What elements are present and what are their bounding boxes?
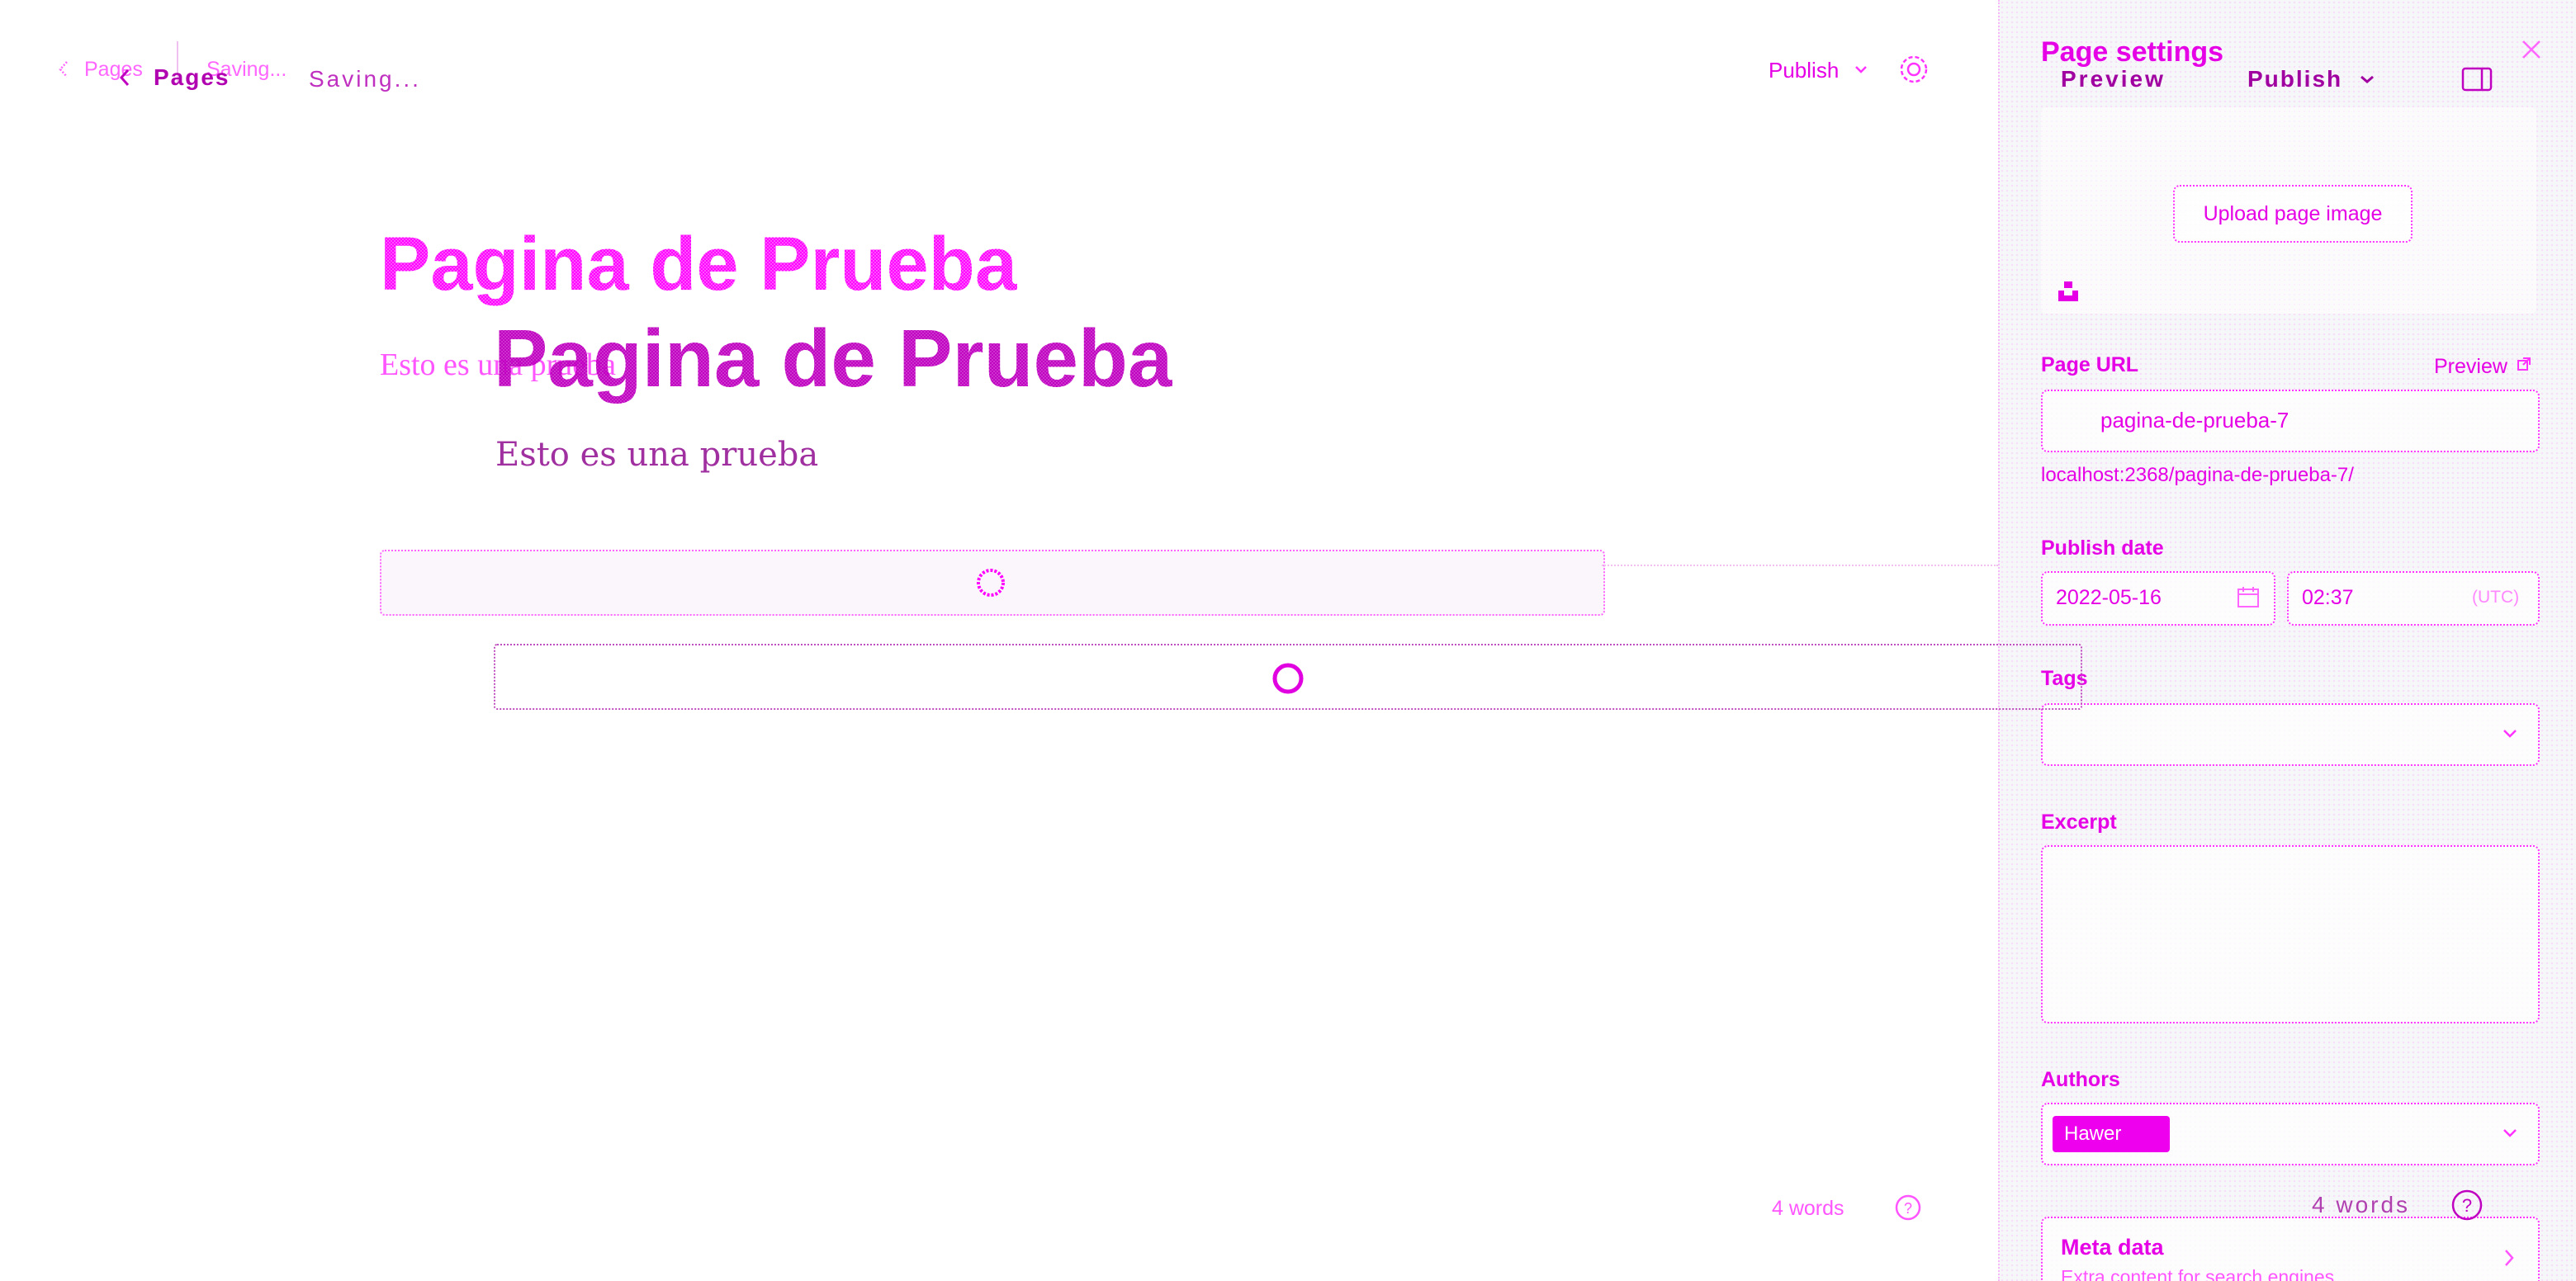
preview-button[interactable]: Preview (2061, 66, 2166, 92)
word-count: 4 words (2312, 1192, 2411, 1217)
chevron-down-icon (2360, 74, 2375, 84)
chevron-left-icon[interactable] (119, 68, 130, 87)
sidebar-toggle-icon[interactable] (2460, 66, 2493, 92)
saving-status: Saving... (309, 66, 421, 92)
page-subtitle[interactable]: Esto es una prueba (495, 436, 818, 474)
back-link-pages[interactable]: Pages (154, 64, 230, 91)
loading-spinner-icon (1270, 660, 1306, 697)
page-editor: Pages Saving... Publish Pagina de Prueba… (0, 0, 2576, 1281)
help-icon[interactable]: ? (2451, 1189, 2484, 1222)
svg-text:?: ? (2462, 1195, 2472, 1216)
page-title[interactable]: Pagina de Prueba (494, 312, 1173, 405)
ghost-layer-dense: Pages Saving... Preview Publish Pagina d… (0, 0, 2576, 1281)
publish-dropdown[interactable]: Publish (2247, 66, 2342, 92)
